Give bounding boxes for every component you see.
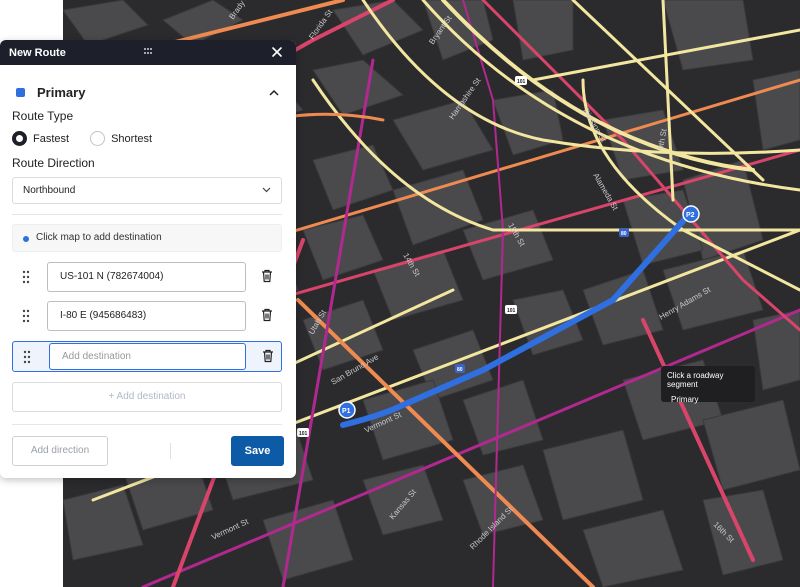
route-type-label: Route Type (12, 109, 74, 123)
grip-icon[interactable] (22, 270, 30, 284)
destination-field[interactable]: US-101 N (782674004) (47, 262, 246, 292)
route-color-swatch (16, 88, 25, 97)
shield-80: 80 (455, 364, 465, 373)
route-direction-select[interactable]: Northbound (12, 177, 282, 204)
hint-text: Click map to add destination (36, 232, 162, 243)
radio-shortest[interactable] (90, 131, 106, 146)
panel-title: New Route (9, 46, 66, 59)
marker-label: P2 (686, 212, 695, 219)
tooltip-value: Primary (671, 395, 699, 404)
svg-text:101: 101 (299, 431, 308, 437)
route-section-header[interactable]: Primary (16, 85, 85, 100)
chevron-down-icon (262, 187, 271, 193)
chevron-up-icon[interactable] (269, 89, 279, 97)
grip-icon[interactable] (23, 350, 31, 364)
trash-icon[interactable] (262, 349, 274, 363)
close-icon[interactable] (270, 45, 284, 59)
trash-icon[interactable] (261, 308, 273, 322)
new-route-panel: New Route Primary Route Type Fastest Sho… (0, 40, 296, 478)
radio-label-fastest[interactable]: Fastest (33, 133, 69, 145)
add-destination-button[interactable]: + Add destination (12, 382, 282, 412)
route-name: Primary (37, 85, 86, 100)
route-direction-value: Northbound (23, 185, 76, 196)
divider (12, 214, 282, 215)
svg-text:80: 80 (457, 367, 463, 373)
svg-text:101: 101 (507, 308, 516, 314)
drag-handle-icon[interactable] (143, 47, 153, 57)
svg-text:101: 101 (517, 79, 526, 85)
shield-101: 101 (515, 76, 527, 85)
route-type-options: Fastest Shortest (12, 131, 173, 146)
grip-icon[interactable] (22, 309, 30, 323)
shield-80: 80 (619, 228, 629, 237)
destination-row: I-80 E (945686483) (12, 301, 282, 332)
tooltip-title: Click a roadway segment (667, 371, 724, 389)
save-button[interactable]: Save (231, 436, 284, 466)
destination-field[interactable]: I-80 E (945686483) (47, 301, 246, 331)
route-marker-p2[interactable]: P2 (682, 205, 700, 223)
separator (170, 443, 171, 459)
svg-text:80: 80 (621, 231, 627, 237)
shield-101: 101 (297, 428, 309, 437)
route-direction-label: Route Direction (12, 156, 95, 170)
route-marker-p1[interactable]: P1 (338, 401, 356, 419)
new-destination-row (12, 341, 282, 372)
divider (12, 424, 282, 425)
shield-101: 101 (505, 305, 517, 314)
add-direction-button[interactable]: Add direction (12, 436, 108, 466)
radio-label-shortest[interactable]: Shortest (111, 133, 152, 145)
new-destination-input[interactable] (49, 343, 246, 370)
map-tooltip: Click a roadway segment Primary (661, 366, 755, 404)
trash-icon[interactable] (261, 269, 273, 283)
destination-row: US-101 N (782674004) (12, 262, 282, 293)
marker-label: P1 (342, 408, 351, 415)
hint-box: Click map to add destination (12, 224, 282, 252)
radio-fastest[interactable] (12, 131, 27, 146)
hint-dot-icon (23, 236, 29, 242)
panel-header[interactable]: New Route (0, 40, 296, 65)
